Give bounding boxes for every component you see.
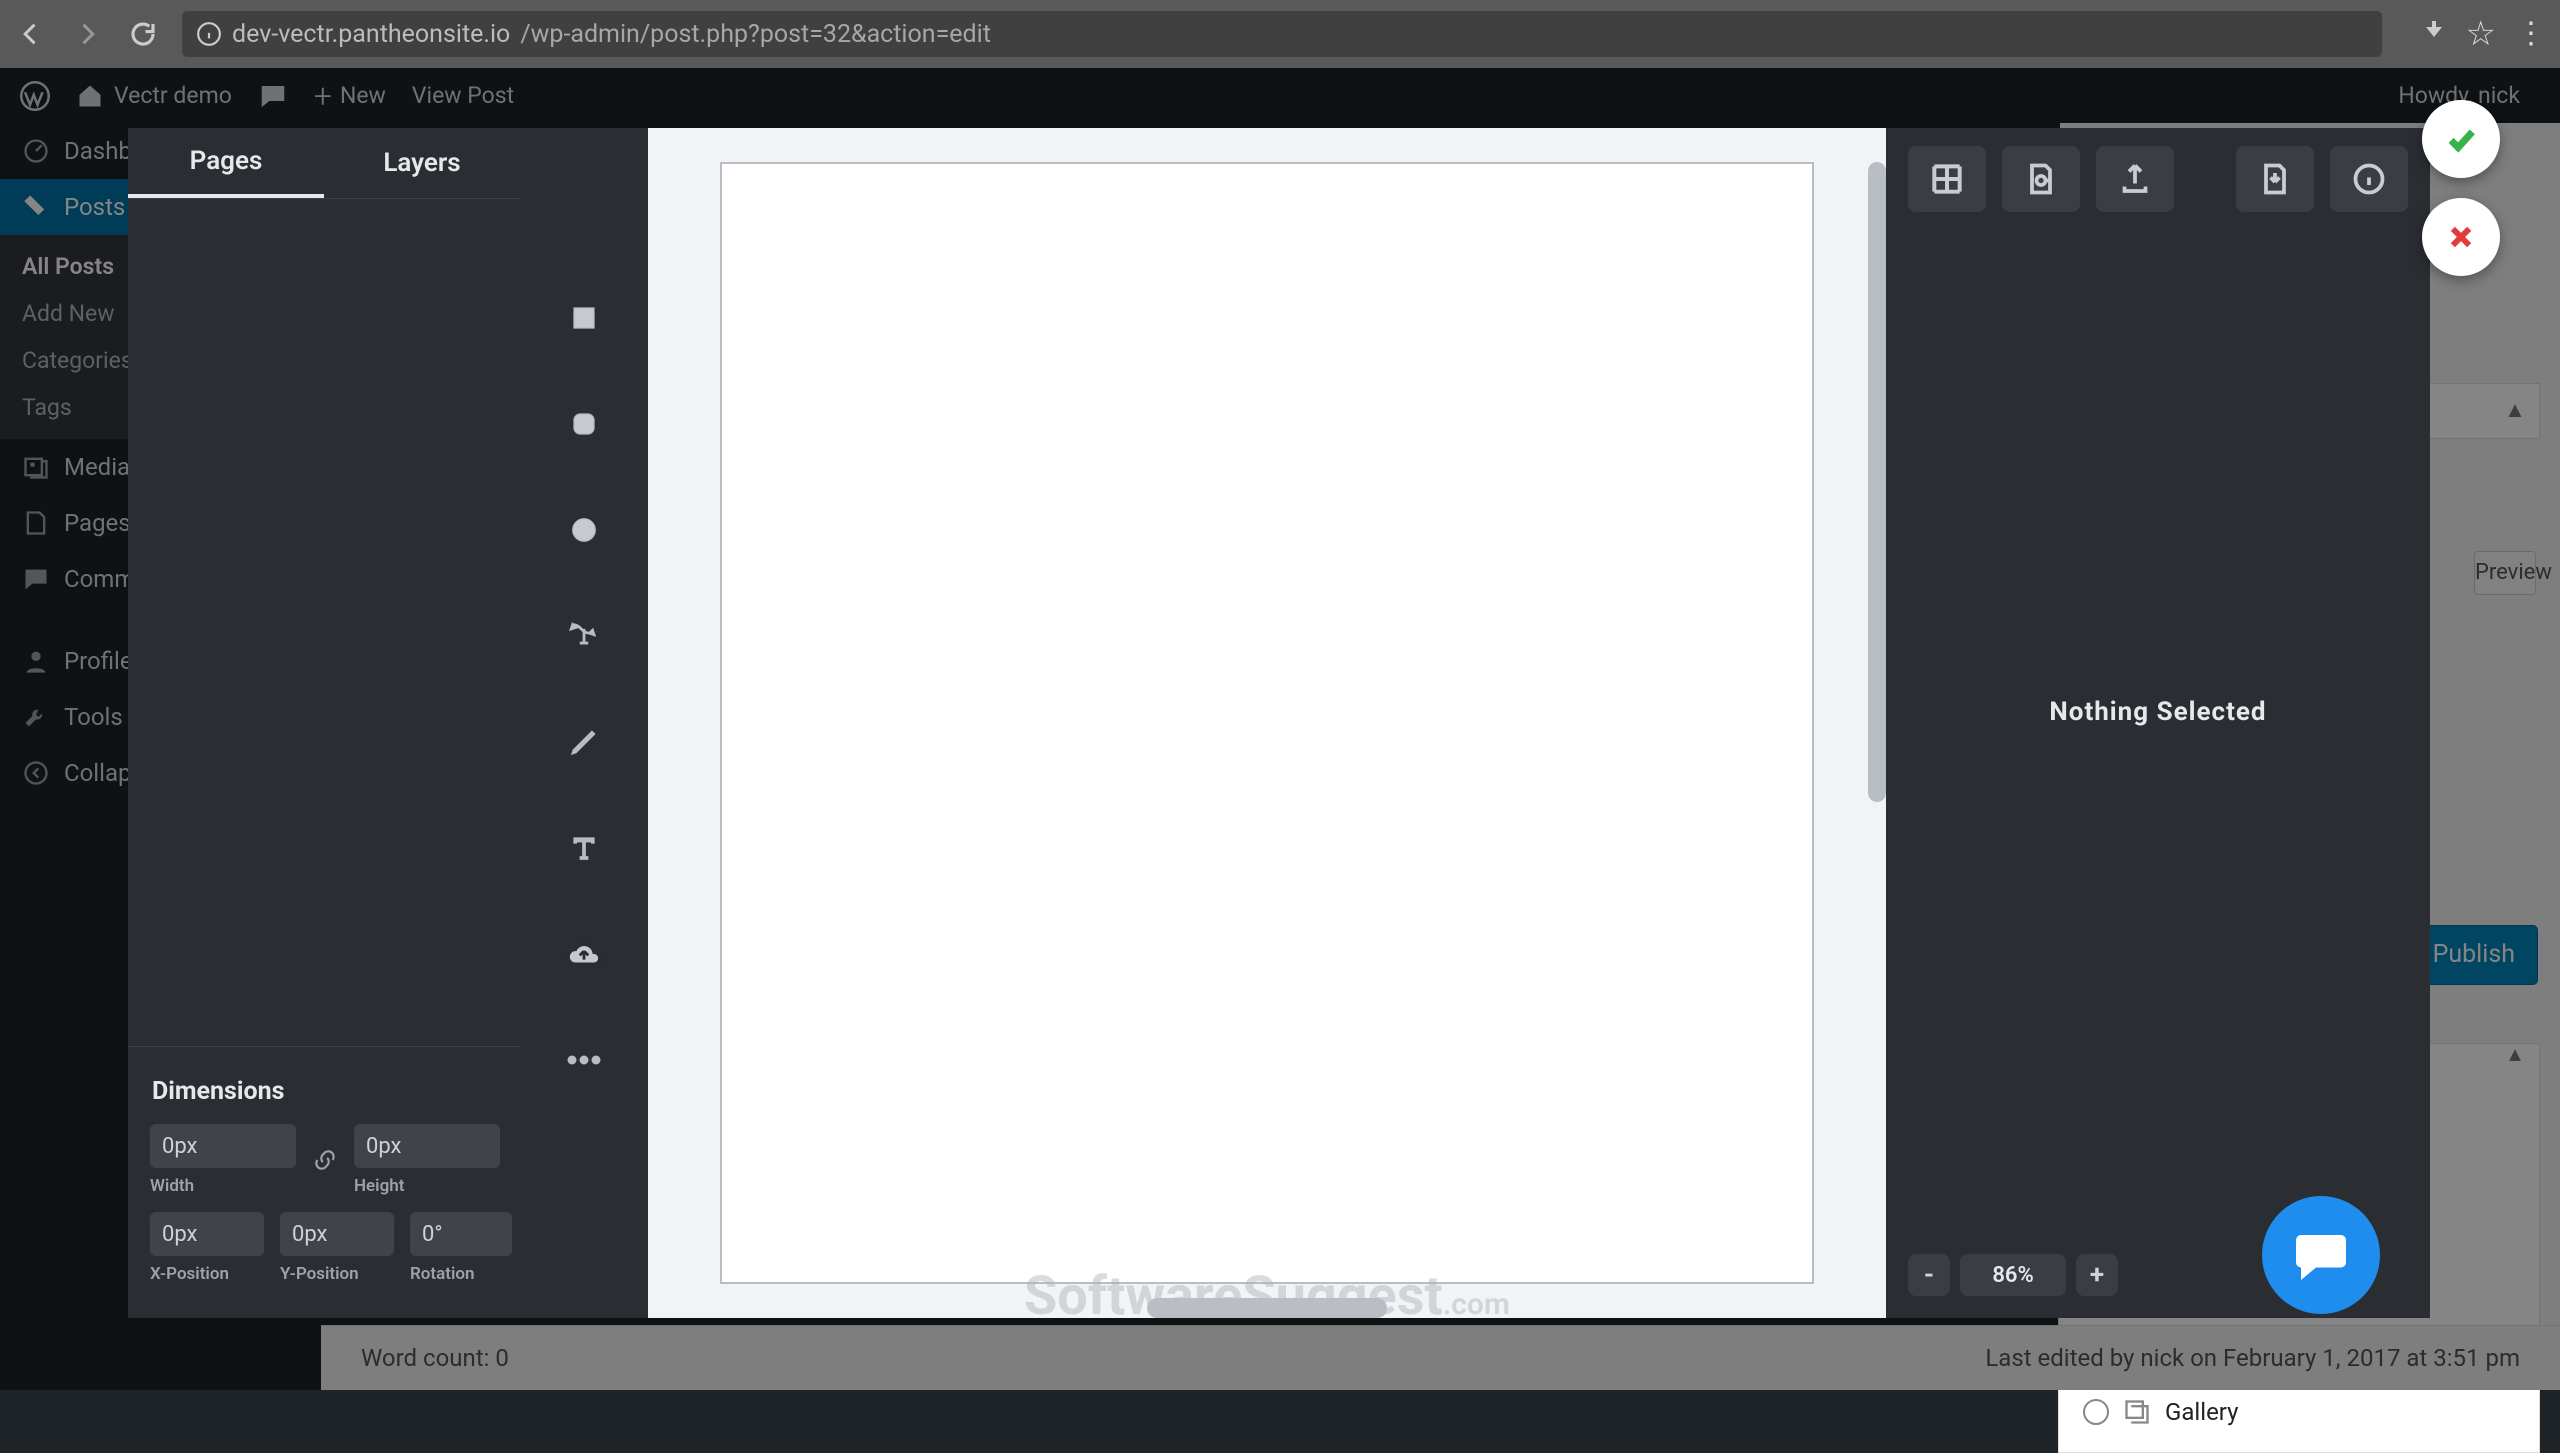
ypos-label: Y-Position [280, 1264, 394, 1284]
link-dimensions-icon[interactable] [312, 1141, 338, 1179]
xpos-label: X-Position [150, 1264, 264, 1284]
vertical-scrollbar[interactable] [1868, 162, 1886, 802]
info-button[interactable] [2330, 146, 2408, 212]
zoom-value[interactable]: 86% [1960, 1254, 2066, 1296]
tool-pen-icon[interactable] [564, 616, 604, 656]
rotation-input[interactable]: 0° [410, 1212, 512, 1256]
bookmark-star-icon[interactable]: ☆ [2466, 17, 2496, 51]
page-settings-button[interactable] [2002, 146, 2080, 212]
extension-icon[interactable] [2422, 19, 2446, 49]
confirm-button[interactable] [2422, 100, 2500, 178]
horizontal-scrollbar[interactable] [1147, 1298, 1387, 1318]
browser-menu-icon[interactable]: ⋮ [2516, 19, 2546, 49]
browser-back-button[interactable] [14, 17, 48, 51]
zoom-controls: - 86% + [1908, 1254, 2118, 1296]
width-label: Width [150, 1176, 296, 1196]
left-tabs: Pages Layers [128, 128, 520, 199]
height-label: Height [354, 1176, 500, 1196]
dimensions-heading: Dimensions [128, 1055, 520, 1124]
format-label: Gallery [2165, 1398, 2239, 1426]
ypos-input[interactable]: 0px [280, 1212, 394, 1256]
xpos-input[interactable]: 0px [150, 1212, 264, 1256]
cancel-button[interactable] [2422, 198, 2500, 276]
chat-support-button[interactable] [2262, 1196, 2380, 1314]
tool-column [520, 128, 648, 1318]
editor-left-panel: Pages Layers Dimensions 0px Width 0px He… [128, 128, 520, 1318]
radio-icon [2083, 1399, 2109, 1425]
format-option-gallery[interactable]: Gallery [2059, 1388, 2539, 1436]
tool-upload-icon[interactable] [564, 934, 604, 974]
tool-rectangle-icon[interactable] [564, 298, 604, 338]
url-path: /wp-admin/post.php?post=32&action=edit [520, 20, 991, 49]
browser-reload-button[interactable] [126, 17, 160, 51]
editor-right-panel: Nothing Selected - 86% + [1886, 128, 2430, 1318]
export-button[interactable] [2096, 146, 2174, 212]
tool-rounded-rect-icon[interactable] [564, 404, 604, 444]
vectr-editor: Pages Layers Dimensions 0px Width 0px He… [128, 128, 2430, 1318]
zoom-in-button[interactable]: + [2076, 1254, 2118, 1296]
tool-text-icon[interactable] [564, 828, 604, 868]
tool-more-icon[interactable] [564, 1040, 604, 1080]
site-info-icon[interactable] [196, 21, 222, 47]
tool-pencil-icon[interactable] [564, 722, 604, 762]
address-bar[interactable]: dev-vectr.pantheonsite.io/wp-admin/post.… [182, 11, 2382, 57]
height-input[interactable]: 0px [354, 1124, 500, 1168]
width-input[interactable]: 0px [150, 1124, 296, 1168]
url-host: dev-vectr.pantheonsite.io [232, 20, 510, 49]
grid-settings-button[interactable] [1908, 146, 1986, 212]
browser-forward-button[interactable] [70, 17, 104, 51]
import-page-button[interactable] [2236, 146, 2314, 212]
nothing-selected-label: Nothing Selected [1886, 697, 2430, 727]
gallery-icon [2123, 1398, 2151, 1426]
tab-layers[interactable]: Layers [324, 128, 520, 198]
artboard[interactable] [720, 162, 1814, 1284]
canvas-area[interactable]: SoftwareSuggest.com [648, 128, 1886, 1318]
tool-ellipse-icon[interactable] [564, 510, 604, 550]
browser-chrome: dev-vectr.pantheonsite.io/wp-admin/post.… [0, 0, 2560, 68]
zoom-out-button[interactable]: - [1908, 1254, 1950, 1296]
rotation-label: Rotation [410, 1264, 512, 1284]
tab-pages[interactable]: Pages [128, 128, 324, 198]
